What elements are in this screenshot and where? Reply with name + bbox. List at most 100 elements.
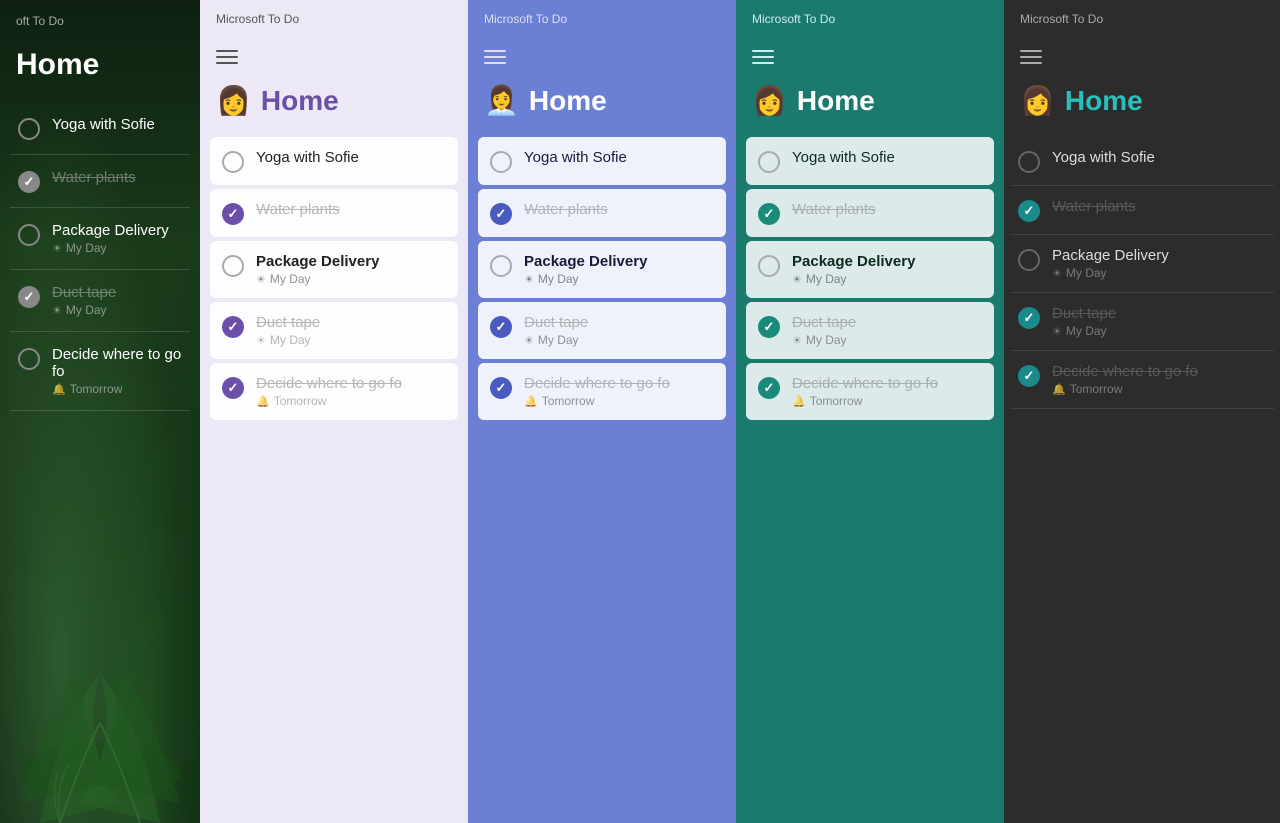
task-item-package-3[interactable]: Package Delivery ☀ My Day <box>746 241 994 298</box>
sun-icon-package-4: ☀ <box>1052 267 1062 280</box>
task-title-decide-2: Decide where to go fo <box>524 375 670 392</box>
hamburger-4[interactable] <box>1004 34 1280 76</box>
task-item-decide-2[interactable]: ✓ Decide where to go fo 🔔 Tomorrow <box>478 363 726 420</box>
task-item-water-0[interactable]: ✓ Water plants <box>10 155 190 208</box>
hamburger-1[interactable] <box>200 34 468 76</box>
task-item-water-1[interactable]: ✓ Water plants <box>210 189 458 237</box>
task-title-yoga-0: Yoga with Sofie <box>52 116 155 133</box>
task-item-yoga-1[interactable]: Yoga with Sofie <box>210 137 458 185</box>
hamburger-line-1c <box>216 62 238 64</box>
task-content-water-0: Water plants <box>52 169 136 186</box>
task-item-package-4[interactable]: Package Delivery ☀ My Day <box>1010 235 1274 293</box>
task-sub-package-2: ☀ My Day <box>524 272 647 286</box>
checkbox-duct-1[interactable]: ✓ <box>222 316 244 338</box>
checkbox-yoga-0[interactable] <box>18 118 40 140</box>
task-item-duct-0[interactable]: ✓ Duct tape ☀ My Day <box>10 270 190 332</box>
task-item-duct-2[interactable]: ✓ Duct tape ☀ My Day <box>478 302 726 359</box>
task-title-water-3: Water plants <box>792 201 876 218</box>
task-item-water-2[interactable]: ✓ Water plants <box>478 189 726 237</box>
checkbox-decide-0[interactable] <box>18 348 40 370</box>
sun-icon-package-3: ☀ <box>792 273 802 286</box>
bell-icon-decide-4: 🔔 <box>1052 383 1066 396</box>
task-content-yoga-4: Yoga with Sofie <box>1052 149 1155 166</box>
task-item-package-1[interactable]: Package Delivery ☀ My Day <box>210 241 458 298</box>
panel-blue-purple: Microsoft To Do 👩‍💼 Home Yoga with Sofie… <box>468 0 736 823</box>
task-sub-decide-1: 🔔 Tomorrow <box>256 394 402 408</box>
checkbox-yoga-3[interactable] <box>758 151 780 173</box>
task-item-decide-1[interactable]: ✓ Decide where to go fo 🔔 Tomorrow <box>210 363 458 420</box>
task-title-yoga-2: Yoga with Sofie <box>524 149 627 166</box>
task-item-decide-4[interactable]: ✓ Decide where to go fo 🔔 Tomorrow <box>1010 351 1274 409</box>
task-item-yoga-0[interactable]: Yoga with Sofie <box>10 102 190 155</box>
checkbox-decide-2[interactable]: ✓ <box>490 377 512 399</box>
panel-0-content: oft To Do Home Yoga with Sofie ✓ Water p… <box>0 0 200 823</box>
checkbox-yoga-2[interactable] <box>490 151 512 173</box>
task-content-package-3: Package Delivery ☀ My Day <box>792 253 915 286</box>
panel-4-header: Microsoft To Do <box>1004 0 1280 34</box>
panel-4-tasks: Yoga with Sofie ✓ Water plants Package D… <box>1004 137 1280 823</box>
checkbox-package-4[interactable] <box>1018 249 1040 271</box>
task-content-yoga-3: Yoga with Sofie <box>792 149 895 166</box>
task-content-yoga-0: Yoga with Sofie <box>52 116 155 133</box>
task-content-decide-4: Decide where to go fo 🔔 Tomorrow <box>1052 363 1198 396</box>
task-item-decide-0[interactable]: Decide where to go fo 🔔 Tomorrow <box>10 332 190 411</box>
checkbox-decide-1[interactable]: ✓ <box>222 377 244 399</box>
panel-dark-green: oft To Do Home Yoga with Sofie ✓ Water p… <box>0 0 200 823</box>
checkbox-water-0[interactable]: ✓ <box>18 171 40 193</box>
checkbox-package-0[interactable] <box>18 224 40 246</box>
task-sub-package-1: ☀ My Day <box>256 272 379 286</box>
checkbox-water-1[interactable]: ✓ <box>222 203 244 225</box>
sun-icon-duct-4: ☀ <box>1052 325 1062 338</box>
home-emoji-1: 👩 <box>216 84 251 117</box>
checkbox-yoga-1[interactable] <box>222 151 244 173</box>
task-item-package-2[interactable]: Package Delivery ☀ My Day <box>478 241 726 298</box>
task-content-decide-0: Decide where to go fo 🔔 Tomorrow <box>52 346 182 396</box>
home-label-4: Home <box>1065 85 1143 117</box>
task-content-duct-3: Duct tape ☀ My Day <box>792 314 856 347</box>
panel-2-tasks: Yoga with Sofie ✓ Water plants Package D… <box>468 137 736 823</box>
hamburger-3[interactable] <box>736 34 1004 76</box>
checkbox-decide-4[interactable]: ✓ <box>1018 365 1040 387</box>
home-label-2: Home <box>529 85 607 117</box>
bell-icon-decide-1: 🔔 <box>256 395 270 408</box>
checkbox-yoga-4[interactable] <box>1018 151 1040 173</box>
checkbox-duct-3[interactable]: ✓ <box>758 316 780 338</box>
checkbox-duct-4[interactable]: ✓ <box>1018 307 1040 329</box>
task-content-duct-1: Duct tape ☀ My Day <box>256 314 320 347</box>
task-item-water-3[interactable]: ✓ Water plants <box>746 189 994 237</box>
task-title-package-1: Package Delivery <box>256 253 379 270</box>
checkbox-package-1[interactable] <box>222 255 244 277</box>
task-content-water-1: Water plants <box>256 201 340 218</box>
task-title-yoga-3: Yoga with Sofie <box>792 149 895 166</box>
checkbox-package-3[interactable] <box>758 255 780 277</box>
checkbox-water-3[interactable]: ✓ <box>758 203 780 225</box>
task-title-water-1: Water plants <box>256 201 340 218</box>
task-item-duct-3[interactable]: ✓ Duct tape ☀ My Day <box>746 302 994 359</box>
panel-0-home-title: Home <box>0 28 200 102</box>
hamburger-2[interactable] <box>468 34 736 76</box>
task-item-yoga-2[interactable]: Yoga with Sofie <box>478 137 726 185</box>
task-title-decide-0: Decide where to go fo <box>52 346 182 380</box>
task-item-decide-3[interactable]: ✓ Decide where to go fo 🔔 Tomorrow <box>746 363 994 420</box>
task-item-water-4[interactable]: ✓ Water plants <box>1010 186 1274 235</box>
checkbox-decide-3[interactable]: ✓ <box>758 377 780 399</box>
checkbox-water-2[interactable]: ✓ <box>490 203 512 225</box>
task-sub-duct-4: ☀ My Day <box>1052 324 1116 338</box>
task-item-duct-4[interactable]: ✓ Duct tape ☀ My Day <box>1010 293 1274 351</box>
task-item-yoga-3[interactable]: Yoga with Sofie <box>746 137 994 185</box>
task-item-package-0[interactable]: Package Delivery ☀ My Day <box>10 208 190 270</box>
hamburger-line-2a <box>484 50 506 52</box>
sun-icon-duct-3: ☀ <box>792 334 802 347</box>
task-title-package-2: Package Delivery <box>524 253 647 270</box>
task-sub-duct-1: ☀ My Day <box>256 333 320 347</box>
checkbox-duct-0[interactable]: ✓ <box>18 286 40 308</box>
checkbox-water-4[interactable]: ✓ <box>1018 200 1040 222</box>
task-sub-package-3: ☀ My Day <box>792 272 915 286</box>
task-item-yoga-4[interactable]: Yoga with Sofie <box>1010 137 1274 186</box>
checkbox-package-2[interactable] <box>490 255 512 277</box>
task-content-water-3: Water plants <box>792 201 876 218</box>
task-item-duct-1[interactable]: ✓ Duct tape ☀ My Day <box>210 302 458 359</box>
checkbox-duct-2[interactable]: ✓ <box>490 316 512 338</box>
hamburger-line-1a <box>216 50 238 52</box>
task-title-water-4: Water plants <box>1052 198 1136 215</box>
